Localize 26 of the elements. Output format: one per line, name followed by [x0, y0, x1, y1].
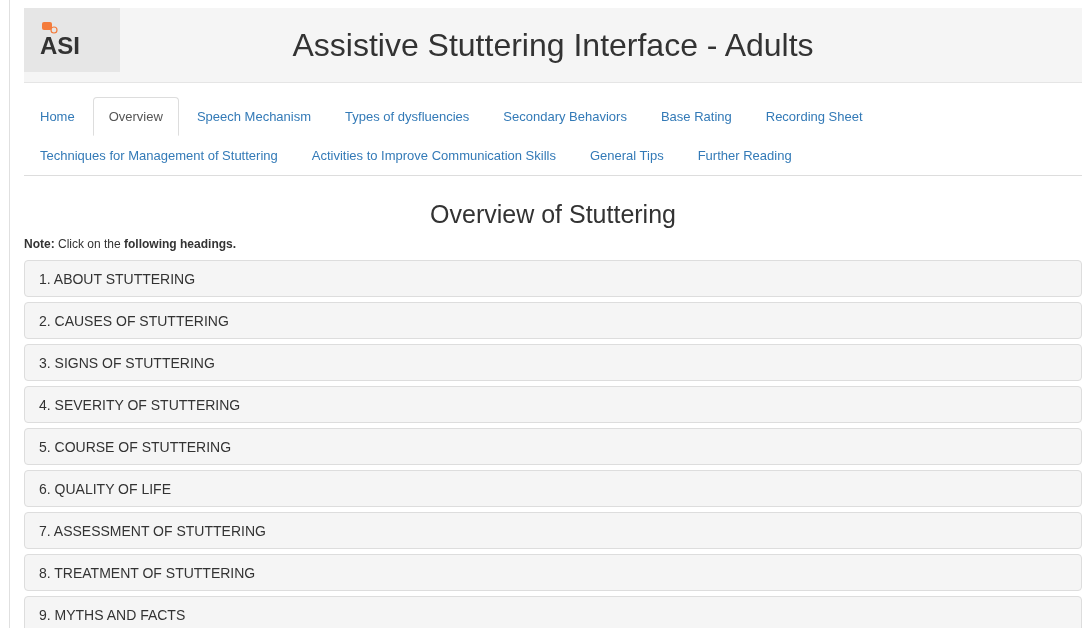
logo[interactable]: ASI — [24, 8, 120, 72]
section-heading: Overview of Stuttering — [429, 200, 677, 229]
accordion-heading[interactable]: 7. ASSESSMENT OF STUTTERING — [24, 512, 1082, 549]
nav-tab[interactable]: Secondary Behaviors — [487, 97, 643, 136]
nav-tab[interactable]: Further Reading — [681, 136, 808, 175]
accordion-heading[interactable]: 5. COURSE OF STUTTERING — [24, 428, 1082, 465]
nav-tab[interactable]: Speech Mechanism — [180, 97, 328, 136]
nav-tab[interactable]: Techniques for Management of Stuttering — [24, 136, 294, 175]
speech-bubble-icon — [42, 22, 58, 34]
accordion-heading[interactable]: 8. TREATMENT OF STUTTERING — [24, 554, 1082, 591]
page-title: Assistive Stuttering Interface - Adults — [291, 26, 815, 64]
logo-text: ASI — [40, 34, 80, 58]
accordion-heading[interactable]: 4. SEVERITY OF STUTTERING — [24, 386, 1082, 423]
nav-tab[interactable]: Types of dysfluencies — [329, 97, 486, 136]
accordion-heading[interactable]: 2. CAUSES OF STUTTERING — [24, 302, 1082, 339]
nav-tab[interactable]: Home — [24, 97, 91, 136]
nav-tab[interactable]: Base Rating — [644, 97, 748, 136]
nav-tab[interactable]: Recording Sheet — [749, 97, 879, 136]
accordion-heading[interactable]: 1. ABOUT STUTTERING — [24, 260, 1082, 297]
nav-tab[interactable]: General Tips — [573, 136, 680, 175]
accordion-heading[interactable]: 6. QUALITY OF LIFE — [24, 470, 1082, 507]
nav-tab[interactable]: Activities to Improve Communication Skills — [295, 136, 572, 175]
accordion-heading[interactable]: 9. MYTHS AND FACTS — [24, 596, 1082, 628]
nav-tab[interactable]: Overview — [92, 97, 179, 136]
accordion-heading[interactable]: 3. SIGNS OF STUTTERING — [24, 344, 1082, 381]
note-text: Note: Click on the following headings. — [24, 237, 238, 251]
